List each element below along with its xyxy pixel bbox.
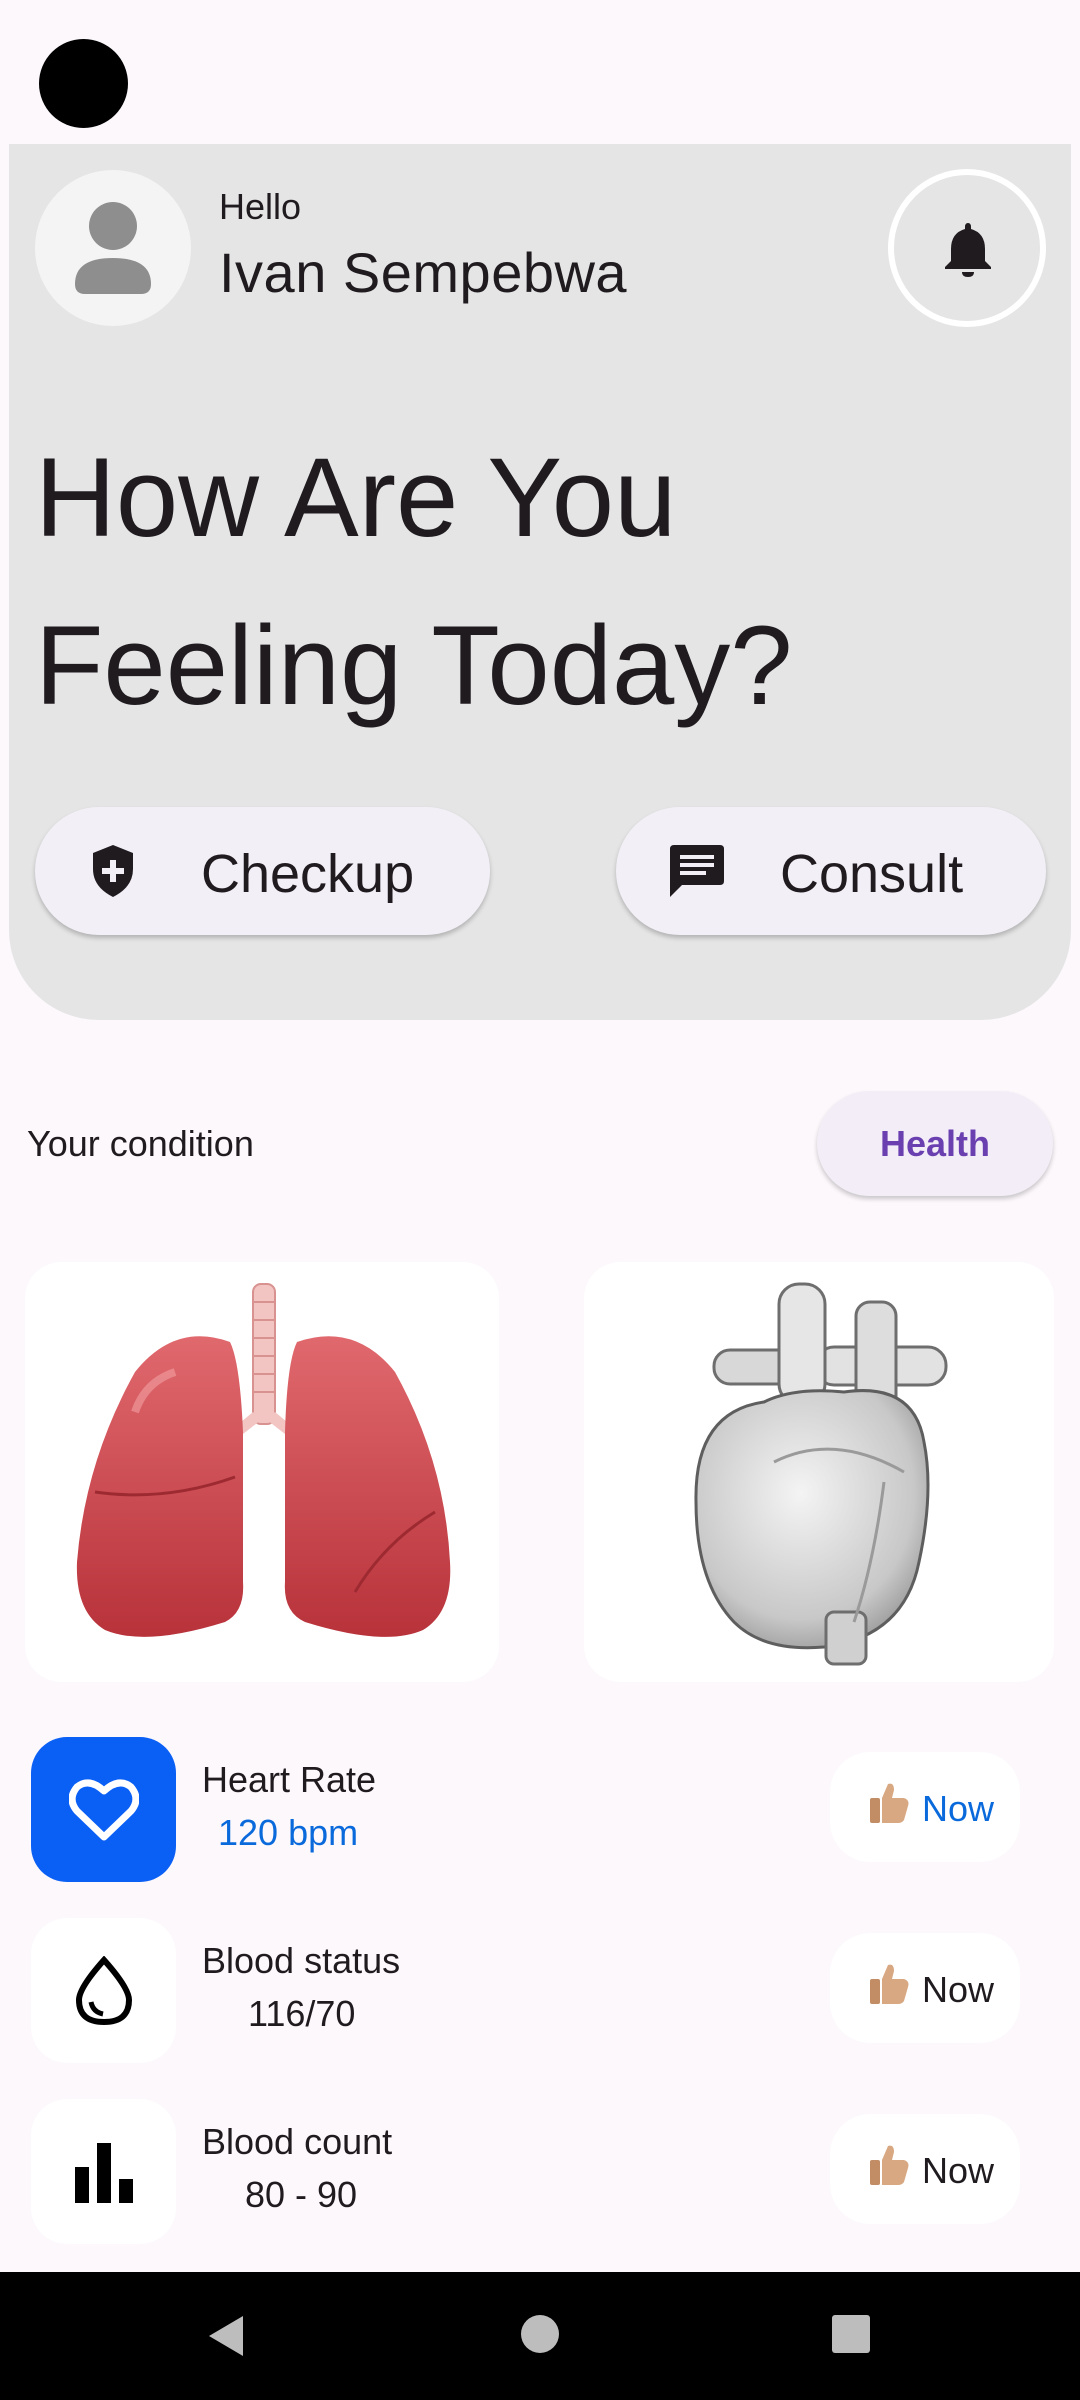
- back-icon[interactable]: [203, 2312, 251, 2360]
- thumbs-up-icon: [870, 2145, 909, 2185]
- shield-plus-icon: [93, 845, 133, 897]
- headline-line-1: How Are You: [35, 435, 677, 560]
- status-bar: [0, 0, 1080, 140]
- blood-status-icon-tile: [31, 1918, 176, 2063]
- checkup-button[interactable]: Checkup: [35, 807, 490, 935]
- home-icon[interactable]: [518, 2312, 562, 2356]
- metric-row-blood-status[interactable]: Blood status 116/70 Now: [25, 1918, 1055, 2073]
- condition-title: Your condition: [27, 1123, 254, 1164]
- recents-icon[interactable]: [829, 2312, 873, 2356]
- status-label: Now: [922, 2150, 995, 2191]
- lungs-card[interactable]: [25, 1262, 499, 1682]
- page-headline: How Are You Feeling Today?: [35, 414, 793, 750]
- greeting-text: Hello: [219, 186, 302, 227]
- blood-count-icon-tile: [31, 2099, 176, 2244]
- headline-line-2: Feeling Today?: [35, 603, 793, 728]
- status-label: Now: [922, 1788, 995, 1829]
- status-pill[interactable]: Now: [830, 2114, 1020, 2224]
- status-label: Now: [922, 1969, 995, 2010]
- consult-label: Consult: [780, 844, 964, 904]
- metric-label: Blood count: [202, 2121, 393, 2162]
- health-chip[interactable]: Health: [817, 1091, 1053, 1196]
- metric-value: 80 - 90: [245, 2174, 358, 2215]
- notifications-button[interactable]: [888, 169, 1046, 327]
- metric-row-blood-count[interactable]: Blood count 80 - 90 Now: [25, 2099, 1055, 2254]
- heart-rate-icon-tile: [31, 1737, 176, 1882]
- metric-value: 116/70: [248, 1993, 356, 2034]
- bell-icon: [945, 223, 991, 277]
- system-nav-bar: [0, 2272, 1080, 2400]
- metric-value: 120 bpm: [218, 1812, 359, 1853]
- status-pill[interactable]: Now: [830, 1752, 1020, 1862]
- bar-chart-icon: [75, 2143, 133, 2203]
- heart-image: [694, 1282, 948, 1666]
- metric-row-heart-rate[interactable]: Heart Rate 120 bpm Now: [25, 1737, 1055, 1892]
- thumbs-up-icon: [870, 1783, 909, 1823]
- thumbs-up-icon: [870, 1964, 909, 2004]
- heart-icon: [69, 1779, 139, 1841]
- chat-icon: [670, 845, 724, 897]
- header-card: Hello Ivan Sempebwa How Are You Feeling …: [9, 144, 1071, 1020]
- metric-label: Heart Rate: [202, 1759, 377, 1800]
- status-pill[interactable]: Now: [830, 1933, 1020, 2043]
- heart-card[interactable]: [584, 1262, 1054, 1682]
- checkup-label: Checkup: [201, 844, 415, 904]
- consult-button[interactable]: Consult: [616, 807, 1046, 935]
- person-icon: [75, 202, 151, 294]
- lungs-image: [76, 1283, 451, 1637]
- camera-cutout: [39, 39, 128, 128]
- avatar[interactable]: [35, 170, 191, 326]
- drop-icon: [75, 1956, 133, 2026]
- metric-label: Blood status: [202, 1940, 401, 1981]
- user-name: Ivan Sempebwa: [219, 241, 628, 304]
